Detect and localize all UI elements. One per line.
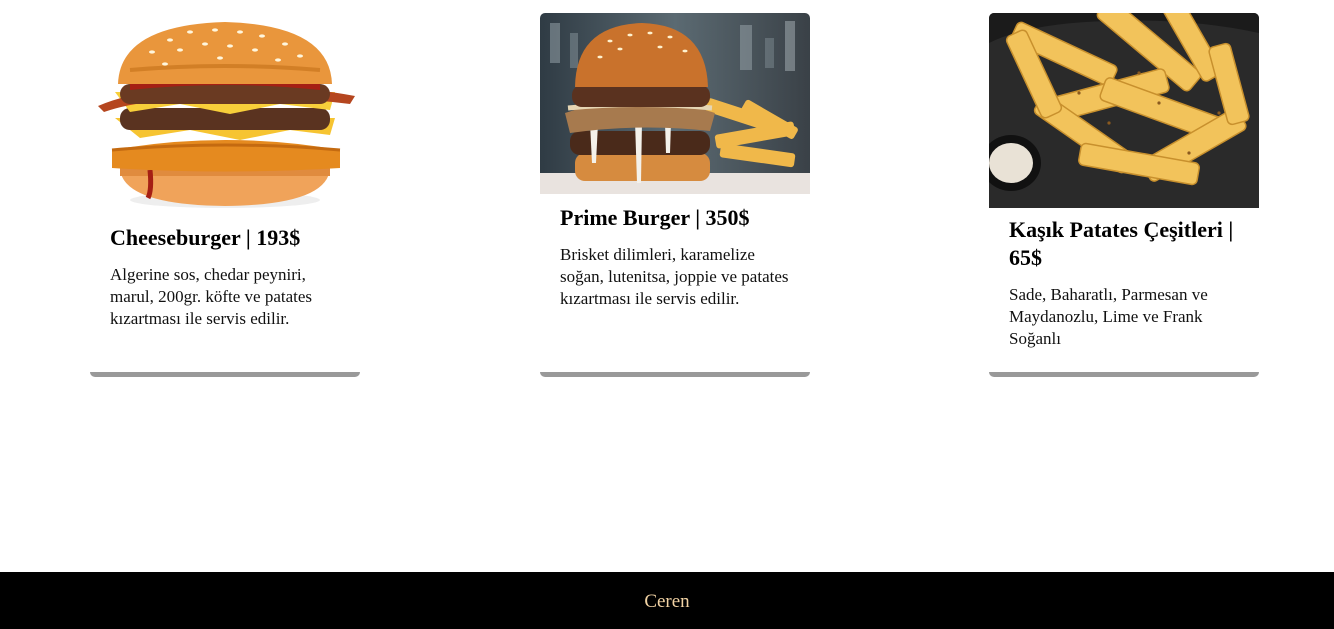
item-description: Brisket dilimleri, karamelize soğan, lut… [560,245,789,308]
menu-card: Kaşık Patates Çeşitleri | 65$ Sade, Baha… [989,13,1259,377]
item-title: Prime Burger | 350$ [560,205,750,230]
card-body: Prime Burger | 350$ Brisket dilimleri, k… [540,194,810,310]
item-description: Algerine sos, chedar peyniri, marul, 200… [110,265,313,328]
card-body: Cheeseburger | 193$ Algerine sos, chedar… [90,215,360,330]
footer-text: Ceren [644,591,690,612]
fries-photo [989,13,1259,208]
item-title: Kaşık Patates Çeşitleri | 65$ [1009,217,1234,270]
item-title: Cheeseburger | 193$ [110,225,301,250]
menu-card: Cheeseburger | 193$ Algerine sos, chedar… [90,0,360,377]
footer: Ceren [0,572,1334,629]
prime-burger-photo [540,13,810,194]
menu-grid: Cheeseburger | 193$ Algerine sos, chedar… [0,0,1334,572]
item-description: Sade, Baharatlı, Parmesan ve Maydanozlu,… [1009,285,1208,348]
card-body: Kaşık Patates Çeşitleri | 65$ Sade, Baha… [989,208,1259,350]
menu-card: Prime Burger | 350$ Brisket dilimleri, k… [540,13,810,377]
cheeseburger-photo [90,0,360,215]
